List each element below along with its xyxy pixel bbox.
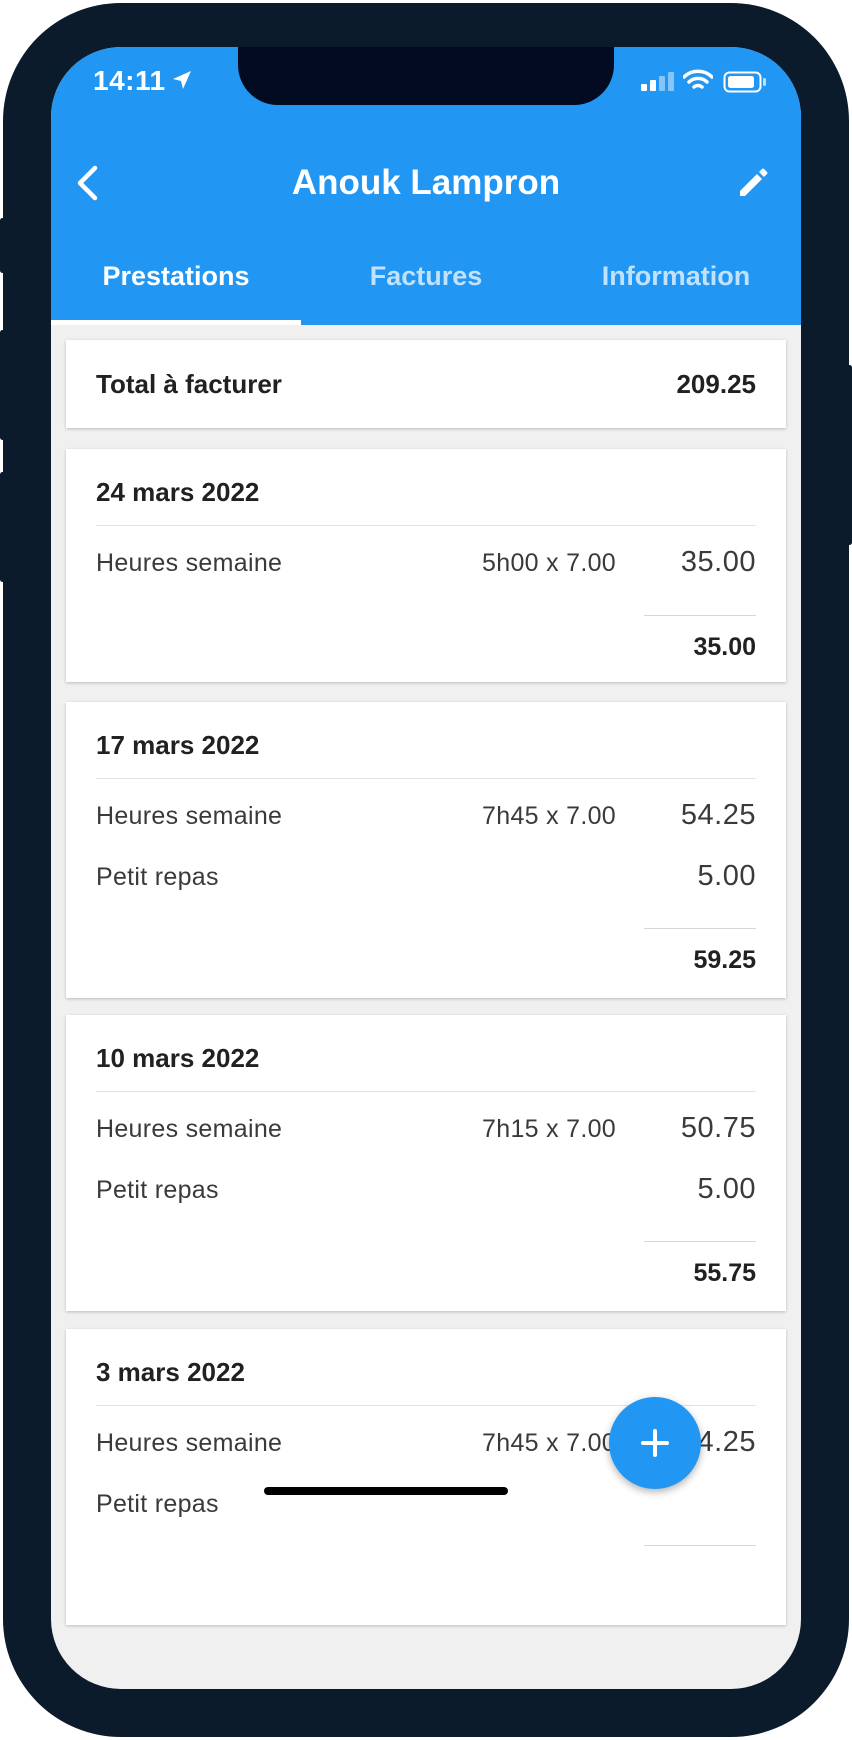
power-button xyxy=(847,365,852,545)
total-label: Total à facturer xyxy=(96,369,282,399)
line-label: Heures semaine xyxy=(96,1115,283,1143)
divider xyxy=(96,1091,756,1092)
entry-subtotal: 55.75 xyxy=(693,1259,756,1287)
tab-prestations[interactable]: Prestations xyxy=(51,261,301,292)
subtotal-divider xyxy=(644,1241,756,1242)
line-label: Heures semaine xyxy=(96,1429,283,1457)
app-bar: 14:11 Anouk Lampron Prestations Factures… xyxy=(51,47,801,325)
battery-icon xyxy=(723,71,767,98)
notch xyxy=(238,47,614,105)
location-arrow-icon xyxy=(171,69,193,96)
entry-date: 17 mars 2022 xyxy=(96,730,260,760)
line-label: Heures semaine xyxy=(96,802,283,830)
entry-card[interactable]: 24 mars 2022 Heures semaine 5h00 x 7.00 … xyxy=(66,449,786,682)
entry-card[interactable]: 10 mars 2022 Heures semaine 7h15 x 7.00 … xyxy=(66,1015,786,1311)
entry-date: 3 mars 2022 xyxy=(96,1357,245,1387)
entry-card[interactable]: 17 mars 2022 Heures semaine 7h45 x 7.00 … xyxy=(66,702,786,998)
pencil-icon[interactable] xyxy=(737,167,769,204)
total-card: Total à facturer 209.25 xyxy=(66,340,786,428)
divider xyxy=(96,525,756,526)
line-label: Heures semaine xyxy=(96,549,283,577)
page-title: Anouk Lampron xyxy=(291,163,561,202)
entry-date: 24 mars 2022 xyxy=(96,477,260,507)
line-label: Petit repas xyxy=(96,863,219,891)
volume-down-button xyxy=(0,472,5,582)
subtotal-divider xyxy=(644,928,756,929)
line-label: Petit repas xyxy=(96,1176,219,1204)
line-amount: 54.25 xyxy=(680,799,756,831)
entry-subtotal: 35.00 xyxy=(693,633,756,661)
silent-switch xyxy=(0,218,5,273)
subtotal-divider xyxy=(644,1545,756,1546)
line-amount: 35.00 xyxy=(680,546,756,578)
total-value: 209.25 xyxy=(676,369,756,399)
line-quantity: 5h00 x 7.00 xyxy=(482,549,616,577)
chevron-left-icon[interactable] xyxy=(75,165,101,206)
entry-subtotal: 59.25 xyxy=(693,946,756,974)
line-quantity: 7h15 x 7.00 xyxy=(482,1115,616,1143)
wifi-icon xyxy=(682,69,714,96)
subtotal-divider xyxy=(644,615,756,616)
add-button[interactable] xyxy=(609,1397,701,1489)
signal-icon xyxy=(641,71,675,96)
line-quantity: 7h45 x 7.00 xyxy=(482,802,616,830)
line-quantity: 7h45 x 7.00 xyxy=(482,1429,616,1457)
status-time: 14:11 xyxy=(93,65,166,96)
tab-factures[interactable]: Factures xyxy=(301,261,551,292)
line-amount: 50.75 xyxy=(680,1112,756,1144)
divider xyxy=(96,778,756,779)
app-screen: 14:11 Anouk Lampron Prestations Factures… xyxy=(51,47,801,1689)
home-indicator[interactable] xyxy=(264,1487,508,1495)
line-label: Petit repas xyxy=(96,1490,219,1518)
entry-date: 10 mars 2022 xyxy=(96,1043,260,1073)
tab-indicator xyxy=(51,320,301,325)
line-amount: 5.00 xyxy=(697,860,756,892)
volume-up-button xyxy=(0,330,5,440)
tab-information[interactable]: Information xyxy=(551,261,801,292)
plus-icon xyxy=(639,1427,671,1464)
line-amount: 5.00 xyxy=(697,1173,756,1205)
